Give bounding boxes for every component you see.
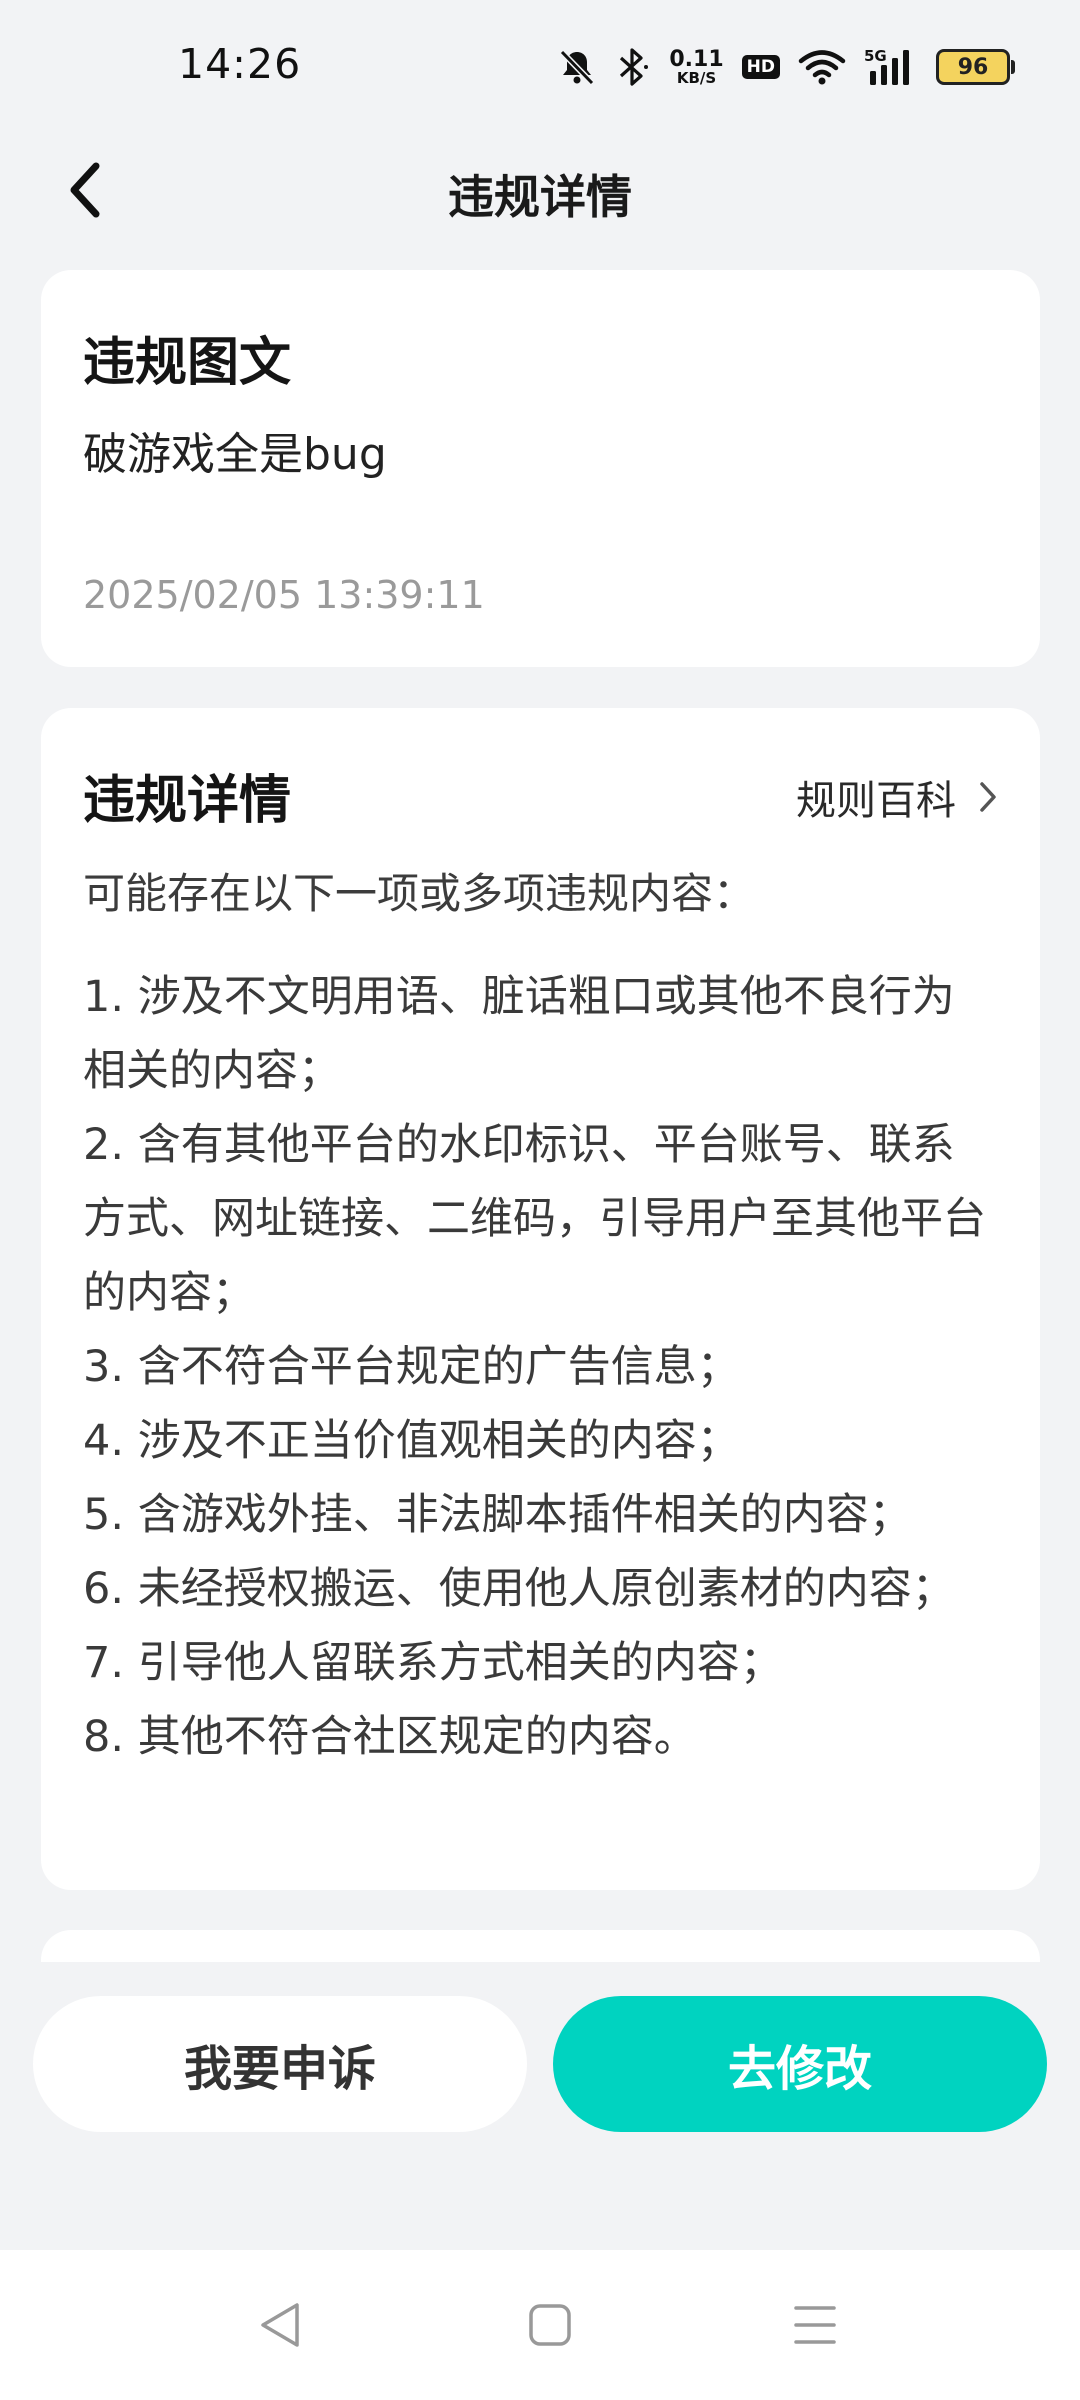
rules-link-label: 规则百科 bbox=[796, 778, 956, 824]
system-home-button[interactable] bbox=[510, 2290, 590, 2360]
list-item: 6. 未经授权搬运、使用他人原创素材的内容； bbox=[83, 1564, 955, 1614]
page-title: 违规详情 bbox=[448, 170, 632, 224]
violation-rules-list: 1. 涉及不文明用语、脏话粗口或其他不良行为相关的内容； 2. 含有其他平台的水… bbox=[83, 960, 993, 1774]
list-item: 1. 涉及不文明用语、脏话粗口或其他不良行为相关的内容； bbox=[83, 972, 955, 1096]
wifi-icon bbox=[798, 48, 846, 86]
hd-badge: HD bbox=[741, 55, 780, 79]
signal-label: 5G bbox=[864, 47, 887, 65]
system-menu-button[interactable] bbox=[775, 2290, 855, 2360]
system-nav-bar bbox=[0, 2250, 1080, 2400]
network-speed: 0.11 KB/S bbox=[669, 46, 724, 87]
triangle-back-icon bbox=[261, 2303, 299, 2347]
detail-card-heading: 违规详情 bbox=[83, 771, 292, 831]
network-speed-value: 0.11 bbox=[669, 46, 724, 72]
system-back-button[interactable] bbox=[240, 2290, 320, 2360]
detail-intro: 可能存在以下一项或多项违规内容： bbox=[83, 869, 756, 918]
modify-button[interactable]: 去修改 bbox=[553, 1996, 1047, 2132]
appeal-button[interactable]: 我要申诉 bbox=[33, 1996, 527, 2132]
post-timestamp: 2025/02/05 13:39:11 bbox=[83, 573, 485, 617]
chevron-right-icon bbox=[980, 782, 996, 812]
battery-level: 96 bbox=[957, 54, 989, 80]
list-item: 7. 引导他人留联系方式相关的内容； bbox=[83, 1638, 783, 1688]
post-card-heading: 违规图文 bbox=[83, 333, 292, 393]
status-bar: 14:26 0.11 KB/S HD 5G 96 bbox=[0, 0, 1080, 135]
post-card: 违规图文 破游戏全是bug 2025/02/05 13:39:11 bbox=[41, 270, 1040, 667]
nav-bar: 违规详情 bbox=[0, 135, 1080, 245]
hamburger-menu-icon bbox=[794, 2306, 836, 2344]
violation-detail-card: 违规详情 规则百科 可能存在以下一项或多项违规内容： 1. 涉及不文明用语、脏话… bbox=[41, 708, 1040, 1890]
network-speed-unit: KB/S bbox=[676, 68, 717, 87]
signal-5g-icon: 5G bbox=[864, 47, 918, 87]
square-home-icon bbox=[529, 2304, 571, 2346]
battery-indicator: 96 bbox=[936, 49, 1015, 85]
post-content: 破游戏全是bug bbox=[83, 429, 387, 480]
status-time: 14:26 bbox=[178, 40, 302, 88]
list-item: 5. 含游戏外挂、非法脚本插件相关的内容； bbox=[83, 1490, 912, 1540]
action-area: 我要申诉 去修改 bbox=[0, 1962, 1080, 2250]
rules-encyclopedia-link[interactable]: 规则百科 bbox=[796, 768, 998, 826]
list-item: 4. 涉及不正当价值观相关的内容； bbox=[83, 1416, 740, 1466]
list-item: 3. 含不符合平台规定的广告信息； bbox=[83, 1342, 740, 1392]
mute-icon bbox=[557, 47, 597, 87]
bluetooth-icon bbox=[615, 47, 651, 87]
list-item: 2. 含有其他平台的水印标识、平台账号、联系方式、网址链接、二维码，引导用户至其… bbox=[83, 1120, 986, 1318]
status-icons: 0.11 KB/S HD 5G 96 bbox=[557, 38, 1015, 96]
list-item: 8. 其他不符合社区规定的内容。 bbox=[83, 1712, 697, 1762]
